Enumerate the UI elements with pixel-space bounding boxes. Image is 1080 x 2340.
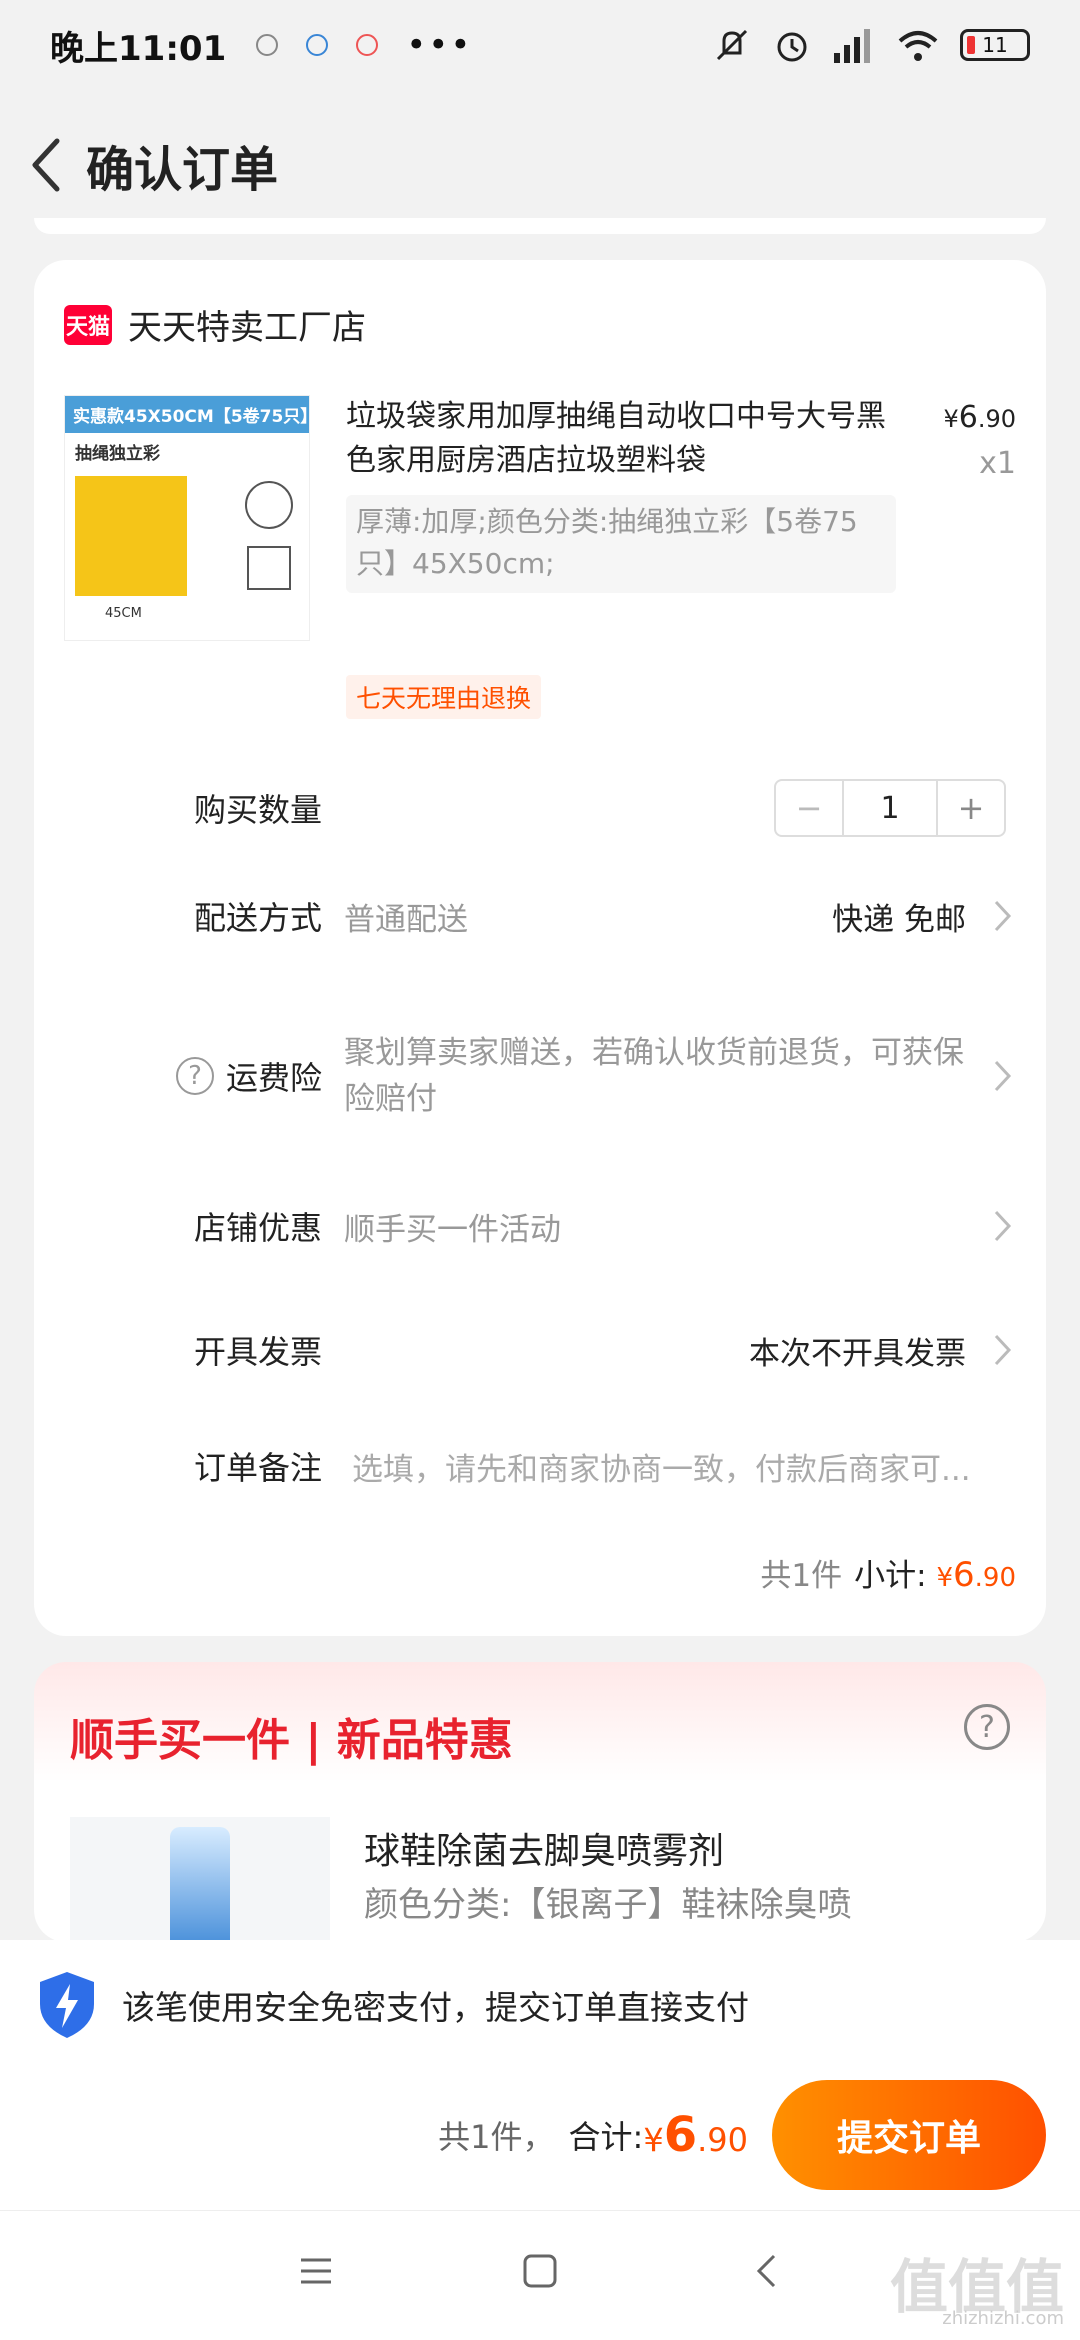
home-square-icon (523, 2254, 557, 2288)
subtotal-price: ¥6.90 (936, 1555, 1016, 1595)
chevron-right-icon (992, 1058, 1016, 1094)
promo-title: 顺手买一件 | 新品特惠 (70, 1715, 513, 1766)
note-input[interactable]: 选填，请先和商家协商一致，付款后商家可... (352, 1444, 1012, 1489)
address-card-edge (34, 218, 1046, 234)
discount-value: 顺手买一件活动 (344, 1211, 561, 1248)
invoice-row[interactable]: 开具发票 本次不开具发票 (34, 1310, 1046, 1390)
shield-icon (40, 1972, 94, 2038)
discount-label: 店铺优惠 (193, 1209, 322, 1247)
total-count: 共1件， (438, 2118, 555, 2156)
subtotal-count: 共1件 (760, 1558, 843, 1594)
help-icon[interactable]: ? (175, 1057, 214, 1095)
product-image-banner: 实惠款45X50CM【5卷75只】 (65, 396, 309, 433)
system-icons: 11 (712, 25, 1030, 65)
chevron-right-icon (992, 898, 1016, 934)
shop-name: 天天特卖工厂店 (128, 308, 366, 348)
home-button[interactable] (510, 2241, 570, 2301)
square-bin-icon (247, 546, 291, 590)
shipping-insurance-row[interactable]: ? 运费险 聚划算卖家赠送，若确认收货前退货，可获保险赔付 (34, 1006, 1046, 1146)
battery-icon: 11 (960, 29, 1030, 61)
product-quantity: x1 (979, 446, 1016, 481)
page-title: 确认订单 (86, 142, 279, 198)
chevron-right-icon (992, 1208, 1016, 1244)
tmall-logo-icon: 天猫 (64, 304, 112, 345)
increase-button[interactable]: + (938, 781, 1004, 835)
delivery-fee: 快递 免邮 (832, 901, 966, 938)
insurance-description: 聚划算卖家赠送，若确认收货前退货，可获保险赔付 (344, 1035, 964, 1117)
delivery-row[interactable]: 配送方式 普通配送 快递 免邮 (34, 856, 1046, 976)
more-notifications-icon: ••• (406, 25, 473, 65)
submit-order-button[interactable]: 提交订单 (772, 2080, 1046, 2190)
product-image-size: 45CM (105, 606, 142, 621)
price-integer: 6 (663, 2107, 698, 2163)
nav-back-button[interactable] (736, 2241, 796, 2301)
promo-product-spec: 颜色分类:【银离子】鞋袜除臭喷 (364, 1885, 852, 1925)
quantity-input[interactable]: 1 (842, 781, 938, 835)
back-button[interactable] (6, 110, 86, 220)
currency-symbol: ¥ (936, 1563, 953, 1593)
menu-icon (301, 2258, 331, 2284)
delivery-method: 普通配送 (344, 901, 468, 938)
trash-bag-illustration (75, 476, 187, 596)
secure-payment-notice: 该笔使用安全免密支付，提交订单直接支付 (36, 1970, 749, 2040)
price-decimal: .90 (974, 1563, 1016, 1593)
help-icon[interactable]: ? (964, 1704, 1010, 1750)
quantity-row: 购买数量 − 1 + (34, 778, 1046, 838)
price-decimal: .90 (697, 2121, 748, 2159)
promo-product-name[interactable]: 球鞋除菌去脚臭喷雾剂 (364, 1822, 724, 1874)
quantity-label: 购买数量 (193, 791, 322, 829)
insurance-label-group: ? 运费险 (175, 1053, 322, 1099)
status-bar: 晚上11:01 ••• 11 (0, 0, 1080, 90)
alarm-icon (777, 32, 807, 62)
menu-button[interactable] (286, 2241, 346, 2301)
subtotal-label: 小计: (854, 1558, 927, 1594)
decrease-button[interactable]: − (776, 781, 842, 835)
shop-discount-row[interactable]: 店铺优惠 顺手买一件活动 (34, 1186, 1046, 1266)
spray-can-illustration (170, 1827, 230, 1942)
total-label: 合计: (568, 2118, 644, 2156)
app-notification-icon (306, 34, 329, 56)
order-card: 天猫 天天特卖工厂店 实惠款45X50CM【5卷75只】 抽绳独立彩 45CM … (34, 260, 1046, 1636)
product-title[interactable]: 垃圾袋家用加厚抽绳自动收口中号大号黑色家用厨房酒店拉圾塑料袋 (346, 395, 896, 483)
round-bin-icon (245, 481, 293, 529)
price-integer: 6 (953, 1555, 975, 1595)
back-triangle-icon (756, 2254, 776, 2288)
chevron-left-icon (32, 138, 60, 192)
shop-header[interactable]: 天猫 天天特卖工厂店 (64, 300, 366, 349)
note-label: 订单备注 (193, 1449, 322, 1487)
app-notification-icon (356, 34, 379, 56)
app-notification-icon (256, 34, 279, 56)
delivery-label: 配送方式 (193, 899, 322, 937)
price-integer: 6 (958, 400, 978, 435)
total-row: 共1件， 合计: ¥6.90 提交订单 (438, 2080, 1046, 2190)
chevron-right-icon (992, 1332, 1016, 1368)
quantity-stepper: − 1 + (774, 779, 1006, 837)
checkout-bar: 该笔使用安全免密支付，提交订单直接支付 共1件， 合计: ¥6.90 提交订单 (0, 1940, 1080, 2210)
mute-icon (716, 29, 748, 61)
battery-level: 11 (982, 33, 1008, 57)
page-header: 确认订单 (0, 110, 1080, 220)
promo-card: 顺手买一件 | 新品特惠 ? 球鞋除菌去脚臭喷雾剂 颜色分类:【银离子】鞋袜除臭… (34, 1662, 1046, 1942)
currency-symbol: ¥ (943, 405, 959, 433)
total-price: ¥6.90 (643, 2107, 748, 2163)
currency-symbol: ¥ (643, 2121, 664, 2159)
price-decimal: .90 (977, 405, 1016, 433)
product-image-subtitle: 抽绳独立彩 (75, 444, 160, 464)
notification-icons: ••• (256, 25, 472, 65)
insurance-label: 运费险 (225, 1059, 322, 1097)
status-time: 晚上11:01 (50, 28, 227, 69)
order-note-row: 订单备注 选填，请先和商家协商一致，付款后商家可... (34, 1426, 1046, 1506)
product-spec[interactable]: 厚薄:加厚;颜色分类:抽绳独立彩【5卷75只】45X50cm; (346, 495, 896, 593)
subtotal: 共1件 小计: ¥6.90 (760, 1550, 1016, 1595)
product-image[interactable]: 实惠款45X50CM【5卷75只】 抽绳独立彩 45CM (64, 395, 310, 641)
signal-icon (834, 29, 870, 63)
promo-product-image[interactable] (70, 1817, 330, 1942)
return-policy-badge: 七天无理由退换 (346, 675, 542, 719)
watermark-url: zhizhizhi.com (942, 2308, 1064, 2329)
invoice-value: 本次不开具发票 (749, 1335, 966, 1372)
wifi-icon (898, 31, 938, 61)
product-price: ¥6.90 (943, 400, 1016, 435)
secure-payment-text: 该笔使用安全免密支付，提交订单直接支付 (122, 1988, 749, 2027)
invoice-label: 开具发票 (193, 1333, 322, 1371)
